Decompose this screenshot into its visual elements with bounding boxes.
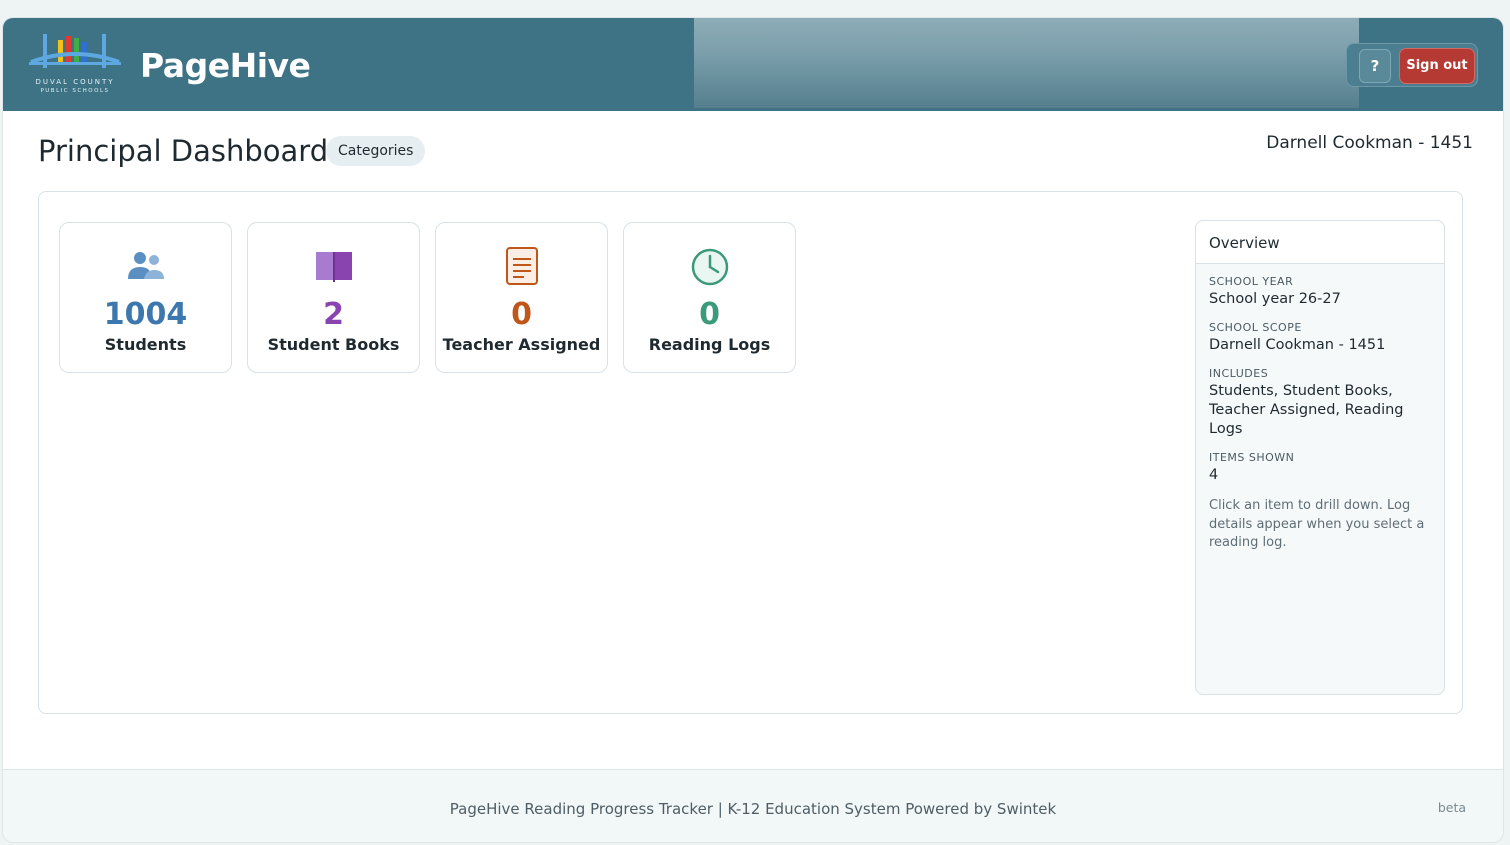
- app-title[interactable]: PageHive: [140, 46, 311, 85]
- card-label: Reading Logs: [648, 335, 771, 354]
- card-label: Student Books: [267, 335, 400, 354]
- clock-icon: [691, 248, 729, 286]
- includes-value: Students, Student Books, Teacher Assigne…: [1209, 383, 1404, 437]
- overview-panel: Overview SCHOOL YEAR School year 26-27 S…: [1195, 220, 1445, 695]
- card-student-books[interactable]: 2 Student Books: [247, 222, 420, 373]
- overview-hint: Click an item to drill down. Log details…: [1209, 498, 1425, 550]
- user-label: Darnell Cookman - 1451: [1266, 133, 1473, 153]
- card-reading-logs[interactable]: 0 Reading Logs: [623, 222, 796, 373]
- logo-line1: DUVAL COUNTY: [35, 78, 115, 86]
- redacted-area: [694, 18, 1359, 108]
- card-count: 0: [699, 297, 720, 332]
- school-scope-key: SCHOOL SCOPE: [1209, 321, 1302, 334]
- logo-line2: PUBLIC SCHOOLS: [40, 88, 110, 94]
- card-students[interactable]: 1004 Students: [59, 222, 232, 373]
- school-year-key: SCHOOL YEAR: [1209, 275, 1294, 288]
- items-shown-value: 4: [1209, 467, 1219, 483]
- logo-text: DUVAL COUNTY PUBLIC SCHOOLS: [25, 78, 125, 96]
- sign-out-button[interactable]: Sign out: [1399, 48, 1475, 84]
- document-icon: [506, 247, 538, 285]
- users-icon: [128, 252, 164, 279]
- school-year-value: School year 26-27: [1209, 291, 1341, 307]
- school-scope-value: Darnell Cookman - 1451: [1209, 337, 1386, 353]
- card-count: 2: [323, 297, 344, 332]
- book-icon: [316, 252, 352, 282]
- bridge-logo-icon: [29, 34, 121, 68]
- card-label: Students: [104, 335, 187, 354]
- overview-body: SCHOOL YEAR School year 26-27 SCHOOL SCO…: [1196, 264, 1444, 553]
- help-button[interactable]: ?: [1359, 49, 1391, 83]
- header: DUVAL COUNTY PUBLIC SCHOOLS PageHive ? S…: [3, 18, 1503, 111]
- overview-title: Overview: [1196, 221, 1444, 264]
- district-logo[interactable]: DUVAL COUNTY PUBLIC SCHOOLS: [25, 32, 125, 102]
- card-count: 0: [511, 297, 532, 332]
- card-count: 1004: [103, 297, 188, 332]
- categories-button[interactable]: Categories: [326, 136, 426, 166]
- card-label: Teacher Assigned: [442, 335, 601, 354]
- header-actions: ? Sign out: [1346, 43, 1478, 87]
- dashboard-panel: 1004 Students 2 Student Books 0 Teacher …: [38, 191, 1463, 714]
- includes-key: INCLUDES: [1209, 367, 1269, 380]
- page-title: Principal Dashboard: [38, 134, 329, 168]
- items-shown-key: ITEMS SHOWN: [1209, 451, 1295, 464]
- card-teacher-assigned[interactable]: 0 Teacher Assigned: [435, 222, 608, 373]
